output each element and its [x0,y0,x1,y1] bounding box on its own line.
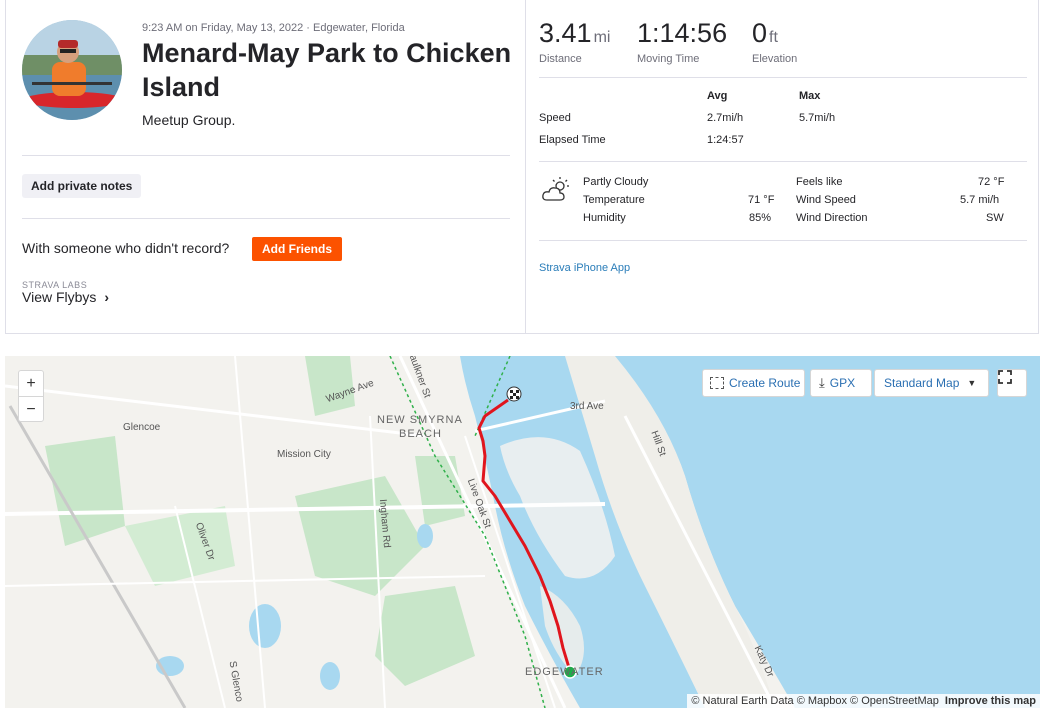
map-canvas [5,356,1040,708]
chevron-right-icon: › [104,289,109,305]
divider [22,155,510,156]
map-label: 3rd Ave [570,401,604,412]
activity-description: Meetup Group. [142,112,236,128]
map-label: BEACH [399,428,442,440]
speed-avg: 2.7mi/h [707,112,744,124]
zoom-out-button[interactable]: − [19,397,43,422]
elevation-unit: ft [769,29,778,46]
elevation-number: 0 [752,18,768,48]
humidity-value: 85% [749,212,772,224]
elapsed-time-label: Elapsed Time [539,134,606,146]
divider [539,161,1027,162]
athlete-avatar[interactable] [22,20,122,120]
partly-cloudy-icon [541,176,571,209]
zoom-controls: + − [18,370,44,422]
device-app-link[interactable]: Strava iPhone App [539,262,630,274]
elevation-label: Elevation [752,53,798,65]
wind-direction-label: Wind Direction [796,212,868,224]
map-style-dropdown[interactable]: Standard Map ▼ [874,369,989,397]
moving-time-value: 1:14:56 [637,18,728,48]
caret-down-icon: ▼ [967,378,977,388]
activity-title: Menard-May Park to Chicken Island [142,38,512,102]
distance-number: 3.41 [539,18,592,48]
weather-condition: Partly Cloudy [583,176,649,188]
view-flybys-link[interactable]: View Flybys › [22,289,109,305]
activity-map[interactable]: Wayne Ave Glencoe NEW SMYRNA BEACH 3rd A… [5,356,1040,708]
distance-label: Distance [539,53,582,65]
max-header: Max [799,90,821,102]
card-divider [525,0,526,334]
temperature-value: 71 °F [748,194,775,206]
map-attribution: © Natural Earth Data © Mapbox © OpenStre… [687,694,1040,708]
attribution-text: © Natural Earth Data © Mapbox © OpenStre… [691,695,939,707]
map-label: EDGEWATER [525,666,604,678]
feels-like-label: Feels like [796,176,843,188]
with-someone-text: With someone who didn't record? [22,240,230,256]
moving-time-label: Moving Time [637,53,700,65]
divider [22,218,510,219]
improve-map-link[interactable]: Improve this map [945,695,1036,707]
create-route-icon [710,377,724,389]
download-icon: ⤓ [819,375,825,390]
gpx-label: GPX [829,376,856,390]
view-flybys-label: View Flybys [22,289,97,305]
zoom-in-button[interactable]: + [19,371,43,397]
avg-header: Avg [707,90,728,102]
elapsed-time-value: 1:24:57 [707,134,744,146]
activity-meta: 9:23 AM on Friday, May 13, 2022 · Edgewa… [142,22,405,34]
create-route-button[interactable]: Create Route [702,369,805,397]
create-route-label: Create Route [729,376,801,390]
fullscreen-button[interactable] [997,369,1027,397]
wind-speed-value: 5.7 mi/h [960,194,1000,206]
speed-label: Speed [539,112,571,124]
humidity-label: Humidity [583,212,626,224]
divider [539,77,1027,78]
fullscreen-icon [998,370,1012,384]
speed-max: 5.7mi/h [799,112,836,124]
elevation-value: 0 ft [752,18,778,49]
add-private-notes-button[interactable]: Add private notes [22,174,142,198]
wind-speed-label: Wind Speed [796,194,856,206]
map-label: Mission City [277,449,331,460]
distance-unit: mi [593,29,611,46]
divider [539,240,1027,241]
map-style-label: Standard Map [884,376,960,390]
add-friends-button[interactable]: Add Friends [252,237,343,261]
map-label: Glencoe [123,422,161,433]
map-label: NEW SMYRNA [377,414,463,426]
gpx-download-button[interactable]: ⤓ GPX [810,369,872,397]
feels-like-value: 72 °F [978,176,1005,188]
wind-direction-value: SW [986,212,1004,224]
temperature-label: Temperature [583,194,645,206]
activity-summary-card: 9:23 AM on Friday, May 13, 2022 · Edgewa… [5,0,1039,334]
distance-value: 3.41 mi [539,18,610,49]
finish-flag-icon [506,386,522,402]
